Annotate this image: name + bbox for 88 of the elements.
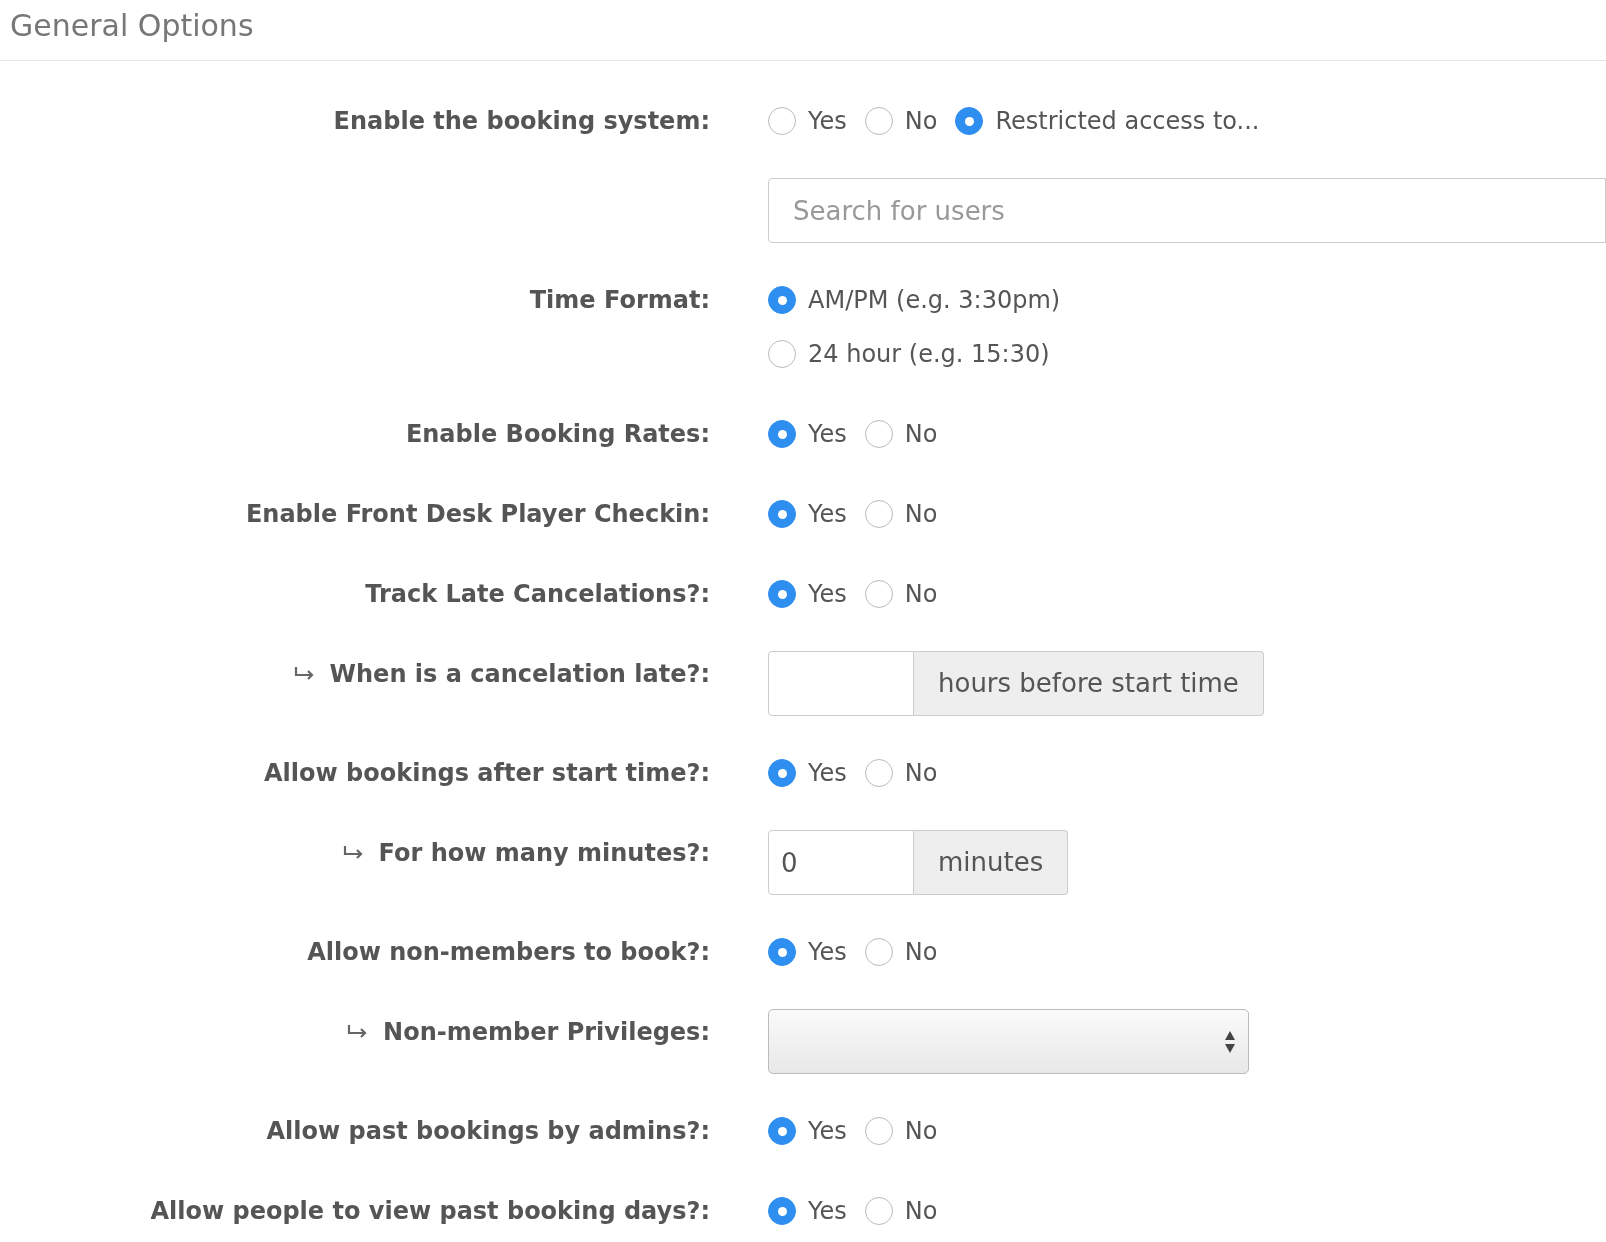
radio-dot [964,116,974,126]
radio-button[interactable] [864,420,893,448]
radio-button[interactable] [768,580,796,608]
radio-button[interactable] [864,938,893,966]
radio-button[interactable] [768,938,796,966]
field-label: Enable Front Desk Player Checkin: [245,499,710,530]
field-label: Non-member Privileges: [383,1017,710,1048]
input-addon: minutes [914,830,1069,895]
radio-option[interactable]: No [864,411,938,457]
radio-dot [777,1126,787,1136]
text-input[interactable] [768,651,914,716]
option-label: Yes [808,937,847,968]
radio-dot [777,509,787,519]
option-label: 24 hour (e.g. 15:30) [808,339,1050,370]
radio-option[interactable]: AM/PM (e.g. 3:30pm) [768,277,1061,323]
radio-option[interactable]: Yes [768,571,847,617]
radio-option[interactable]: No [864,929,938,975]
radio-option[interactable]: Restricted access to... [955,98,1260,144]
field-label: Allow past bookings by admins?: [266,1116,710,1147]
field-label: Enable the booking system: [333,106,710,137]
option-label: No [904,499,938,530]
option-label: Restricted access to... [995,106,1260,137]
radio-option[interactable]: No [864,1108,938,1154]
field-label: Allow bookings after start time?: [264,758,710,789]
option-label: No [904,106,938,137]
sub-arrow-icon [293,666,316,682]
radio-button[interactable] [864,580,893,608]
radio-option[interactable]: No [864,571,938,617]
radio-button[interactable] [955,107,984,135]
radio-button[interactable] [864,759,893,787]
search-field[interactable]: Search for users [768,178,1606,243]
option-label: Yes [808,106,847,137]
option-label: AM/PM (e.g. 3:30pm) [808,285,1061,316]
radio-option[interactable]: 24 hour (e.g. 15:30) [768,331,1050,377]
radio-button[interactable] [768,340,796,368]
updown-arrows-icon [1224,1029,1236,1054]
radio-button[interactable] [768,1197,796,1225]
radio-dot [777,947,787,957]
radio-dot [777,768,787,778]
radio-button[interactable] [864,1117,893,1145]
field-label: Track Late Cancelations?: [365,579,710,610]
field-label: Allow people to view past booking days?: [150,1196,710,1227]
radio-button[interactable] [768,1117,796,1145]
option-label: No [904,1116,938,1147]
radio-option[interactable]: Yes [768,1108,847,1154]
field-label: When is a cancelation late?: [329,659,710,690]
select-dropdown[interactable] [768,1009,1249,1074]
radio-button[interactable] [864,107,893,135]
radio-dot [777,429,787,439]
option-label: No [904,419,938,450]
radio-button[interactable] [768,420,796,448]
radio-option[interactable]: Yes [768,1188,847,1234]
radio-button[interactable] [768,107,796,135]
option-label: No [904,1196,938,1227]
radio-option[interactable]: Yes [768,98,847,144]
radio-dot [777,295,787,305]
option-label: Yes [808,758,847,789]
radio-dot [777,1206,787,1216]
radio-button[interactable] [864,1197,893,1225]
field-label: Time Format: [529,285,710,316]
radio-button[interactable] [864,500,893,528]
radio-option[interactable]: Yes [768,491,847,537]
field-label: Enable Booking Rates: [405,419,710,450]
option-label: No [904,937,938,968]
option-label: Yes [808,419,847,450]
option-label: No [904,758,938,789]
option-label: Yes [808,1196,847,1227]
radio-option[interactable]: No [864,750,938,796]
text-input[interactable]: 0 [768,830,914,895]
field-label: Allow non-members to book?: [307,937,710,968]
option-label: No [904,579,938,610]
radio-button[interactable] [768,286,796,314]
radio-option[interactable]: Yes [768,411,847,457]
radio-option[interactable]: No [864,98,938,144]
sub-arrow-icon [342,845,365,861]
section-title: General Options [0,0,1606,61]
option-label: Yes [808,579,847,610]
radio-option[interactable]: No [864,1188,938,1234]
option-label: Yes [808,1116,847,1147]
input-addon: hours before start time [914,651,1264,716]
radio-option[interactable]: No [864,491,938,537]
radio-option[interactable]: Yes [768,929,847,975]
radio-dot [777,589,787,599]
radio-option[interactable]: Yes [768,750,847,796]
radio-button[interactable] [768,759,796,787]
option-label: Yes [808,499,847,530]
field-label: For how many minutes?: [378,838,710,869]
radio-button[interactable] [768,500,796,528]
